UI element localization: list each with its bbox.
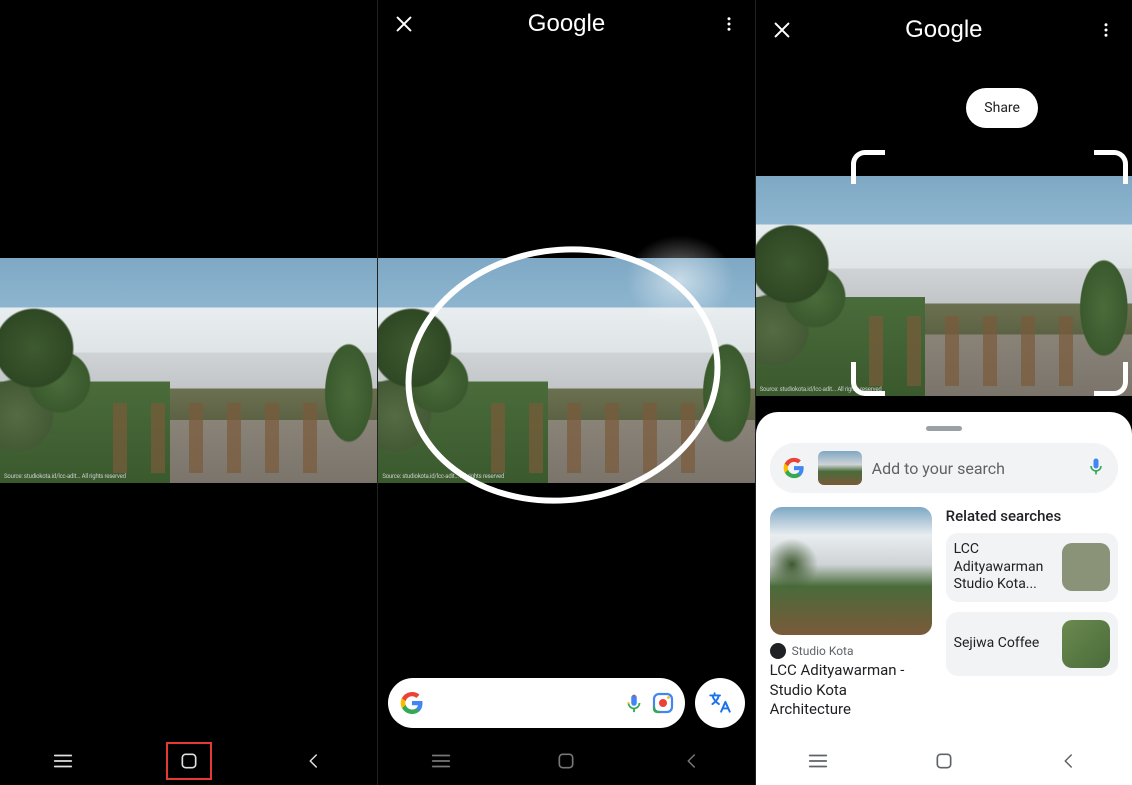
mic-icon[interactable]: [623, 692, 645, 714]
close-icon[interactable]: [392, 12, 416, 36]
google-logo: Google: [416, 10, 716, 38]
add-to-search-bar[interactable]: Add to your search: [770, 443, 1118, 493]
recents-button[interactable]: [43, 741, 83, 781]
home-button[interactable]: [546, 741, 586, 781]
crop-handle-tl[interactable]: [851, 150, 885, 184]
android-nav-bar: [756, 737, 1132, 785]
related-thumb: [1062, 543, 1110, 591]
back-button[interactable]: [294, 741, 334, 781]
sheet-grabber[interactable]: [926, 426, 962, 431]
home-button-highlight: [166, 742, 212, 780]
viewed-photo: Source: studiokota.id/lcc-adit... All ri…: [378, 258, 754, 483]
related-thumb: [1062, 620, 1110, 668]
mic-icon[interactable]: [1086, 456, 1108, 480]
google-logo: Google: [794, 16, 1094, 44]
visual-match-card[interactable]: Studio Kota LCC Adityawarman - Studio Ko…: [770, 507, 932, 720]
google-g-icon: [780, 454, 808, 482]
results-row: Studio Kota LCC Adityawarman - Studio Ko…: [770, 507, 1118, 720]
crop-handle-bl[interactable]: [851, 362, 885, 396]
back-button[interactable]: [1049, 741, 1089, 781]
recents-button[interactable]: [421, 741, 461, 781]
back-button[interactable]: [672, 741, 712, 781]
photo-watermark: Source: studiokota.id/lcc-adit... All ri…: [4, 473, 126, 480]
add-to-search-placeholder: Add to your search: [872, 459, 1076, 478]
recents-button[interactable]: [798, 741, 838, 781]
favicon-icon: [770, 643, 786, 659]
match-thumbnail: [770, 507, 932, 635]
screenshot-step-2: Google Source: studiokota.id/lcc-adit...…: [377, 0, 754, 785]
result-source-label: Studio Kota: [792, 644, 854, 658]
google-g-icon: [398, 689, 426, 717]
related-search-chip[interactable]: LCC Adityawarman Studio Kota...: [946, 533, 1118, 602]
viewed-photo: Source: studiokota.id/lcc-adit... All ri…: [756, 176, 1132, 396]
photo-watermark: Source: studiokota.id/lcc-adit... All ri…: [382, 473, 504, 480]
viewed-photo: Source: studiokota.id/lcc-adit... All ri…: [0, 258, 377, 483]
home-button[interactable]: [924, 741, 964, 781]
result-title: LCC Adityawarman - Studio Kota Architect…: [770, 661, 932, 720]
translate-button[interactable]: [695, 678, 745, 728]
related-heading: Related searches: [946, 507, 1118, 525]
lens-top-bar: Google: [756, 0, 1132, 60]
query-thumbnail: [818, 451, 862, 485]
android-nav-bar: [378, 737, 754, 785]
crop-handle-tr[interactable]: [1094, 150, 1128, 184]
lens-icon[interactable]: [651, 691, 675, 715]
crop-handle-br[interactable]: [1094, 362, 1128, 396]
screenshot-step-3: Google Share Source: studiokota.id/lcc-a…: [755, 0, 1132, 785]
related-label: LCC Adityawarman Studio Kota...: [954, 541, 1054, 594]
search-toolbar: [388, 677, 744, 729]
more-icon[interactable]: [717, 12, 741, 36]
lens-top-bar: Google: [378, 0, 754, 48]
related-label: Sejiwa Coffee: [954, 635, 1054, 653]
search-pill[interactable]: [388, 678, 684, 728]
results-bottom-sheet[interactable]: Add to your search Studio Kota LCC Adity…: [756, 412, 1132, 737]
close-icon[interactable]: [770, 18, 794, 42]
more-icon[interactable]: [1094, 18, 1118, 42]
result-source: Studio Kota: [770, 643, 932, 659]
screenshot-step-1: Source: studiokota.id/lcc-adit... All ri…: [0, 0, 377, 785]
related-search-chip[interactable]: Sejiwa Coffee: [946, 612, 1118, 676]
related-searches: Related searches LCC Adityawarman Studio…: [946, 507, 1118, 720]
share-button[interactable]: Share: [966, 88, 1038, 128]
